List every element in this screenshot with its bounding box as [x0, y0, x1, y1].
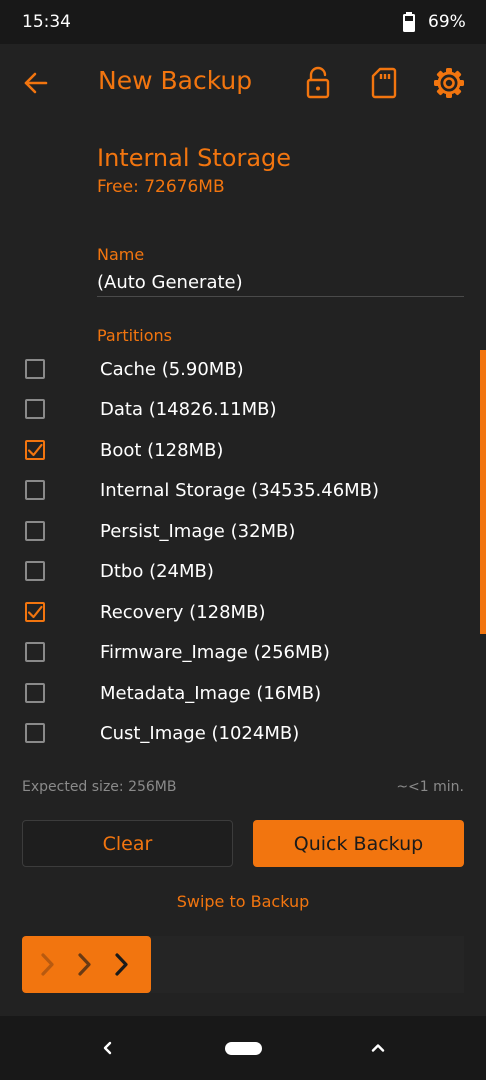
partition-label: Cust_Image (1024MB) [100, 723, 300, 744]
battery-percent: 69% [428, 12, 466, 32]
partition-label: Cache (5.90MB) [100, 359, 244, 380]
partition-row[interactable]: Cust_Image (1024MB) [0, 714, 470, 754]
partition-label: Recovery (128MB) [100, 602, 266, 623]
partition-row[interactable]: Data (14826.11MB) [0, 390, 470, 430]
partition-checkbox[interactable] [25, 561, 45, 581]
partition-row[interactable]: Persist_Image (32MB) [0, 512, 470, 552]
partition-label: Firmware_Image (256MB) [100, 642, 330, 663]
nav-chevron-up-icon[interactable] [368, 1038, 388, 1058]
gear-icon[interactable] [432, 66, 466, 100]
partition-row[interactable]: Dtbo (24MB) [0, 552, 470, 592]
partition-checkbox[interactable] [25, 642, 45, 662]
name-label: Name [97, 245, 145, 264]
partition-row[interactable]: Internal Storage (34535.46MB) [0, 471, 470, 511]
partition-row[interactable]: Recovery (128MB) [0, 593, 470, 633]
partition-checkbox[interactable] [25, 440, 45, 460]
storage-title[interactable]: Internal Storage [97, 144, 291, 172]
checkmark-icon [27, 443, 43, 457]
lock-open-icon[interactable] [303, 66, 333, 100]
partition-label: Boot (128MB) [100, 440, 224, 461]
swipe-label: Swipe to Backup [176, 892, 310, 911]
storage-free-space: Free: 72676MB [97, 177, 225, 197]
partition-checkbox[interactable] [25, 359, 45, 379]
app-bar: New Backup [0, 44, 486, 122]
sd-card-icon[interactable] [370, 66, 398, 100]
checkmark-icon [27, 605, 43, 619]
page-title: New Backup [98, 66, 253, 95]
nav-home-pill[interactable] [225, 1042, 262, 1055]
battery-icon [399, 11, 419, 33]
partition-row[interactable]: Firmware_Image (256MB) [0, 633, 470, 673]
partition-label: Internal Storage (34535.46MB) [100, 480, 380, 501]
partition-checkbox[interactable] [25, 399, 45, 419]
partition-label: Dtbo (24MB) [100, 561, 214, 582]
partition-row[interactable]: Boot (128MB) [0, 431, 470, 471]
partition-label: Metadata_Image (16MB) [100, 683, 322, 704]
partition-checkbox[interactable] [25, 602, 45, 622]
swipe-handle[interactable] [22, 936, 151, 993]
status-bar: 15:34 69% [0, 0, 486, 44]
back-arrow-icon[interactable] [22, 68, 52, 98]
partition-list[interactable]: Cache (5.90MB) Data (14826.11MB) Boot (1… [0, 350, 486, 764]
nav-back-icon[interactable] [99, 1038, 117, 1058]
partition-checkbox[interactable] [25, 521, 45, 541]
partition-list-scrollbar[interactable] [480, 350, 486, 634]
partition-checkbox[interactable] [25, 683, 45, 703]
clear-button[interactable]: Clear [22, 820, 233, 867]
expected-time: ~<1 min. [396, 779, 464, 795]
partition-row[interactable]: Metadata_Image (16MB) [0, 674, 470, 714]
expected-size: Expected size: 256MB [22, 779, 177, 795]
status-time: 15:34 [22, 12, 71, 32]
partition-label: Data (14826.11MB) [100, 399, 277, 420]
navigation-bar [0, 1016, 486, 1080]
chevron-right-icon [41, 953, 128, 976]
partition-checkbox[interactable] [25, 723, 45, 743]
partition-label: Persist_Image (32MB) [100, 521, 296, 542]
name-input[interactable]: (Auto Generate) [97, 272, 243, 293]
quick-backup-button[interactable]: Quick Backup [253, 820, 464, 867]
partition-checkbox[interactable] [25, 480, 45, 500]
name-input-underline [97, 296, 464, 297]
partitions-label: Partitions [97, 326, 173, 345]
partition-row[interactable]: Cache (5.90MB) [0, 350, 470, 390]
